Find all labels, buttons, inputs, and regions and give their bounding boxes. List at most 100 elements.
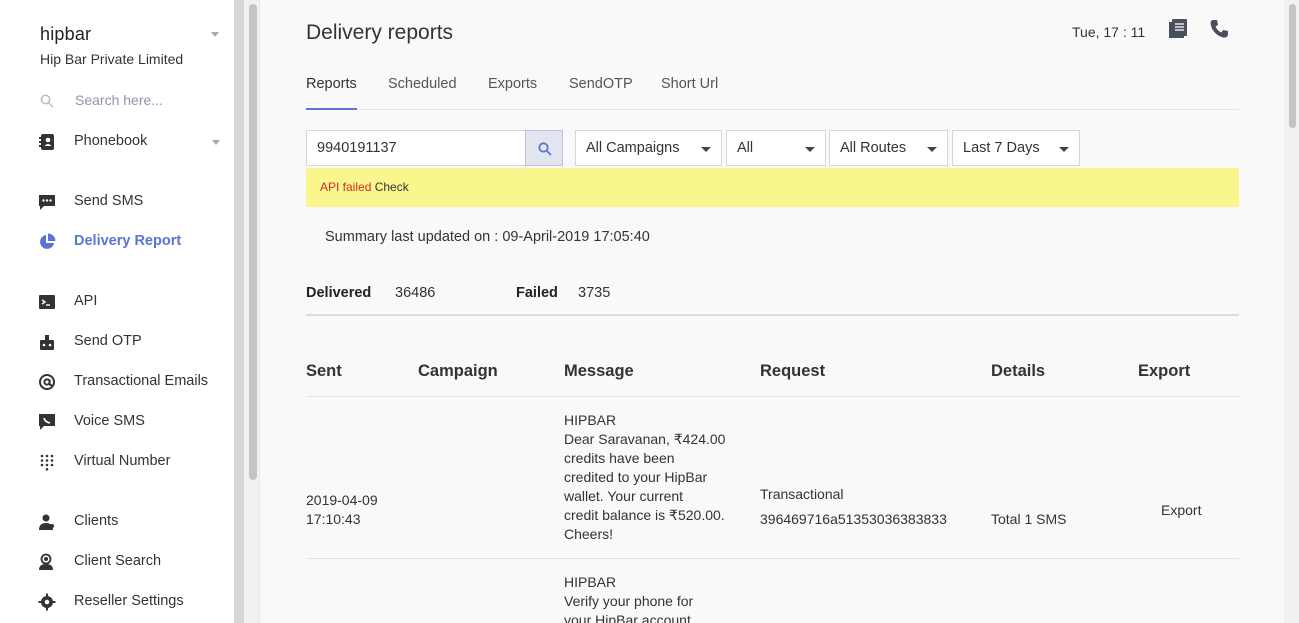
- sidebar-item-label: Phonebook: [74, 133, 148, 149]
- api-alert: API failed Check: [306, 168, 1239, 207]
- status-select[interactable]: All: [726, 130, 826, 166]
- route-select[interactable]: All Routes: [829, 130, 948, 166]
- table-header-divider: [306, 396, 1239, 397]
- sidebar-item-label: API: [74, 293, 98, 309]
- summary-updated-text: Summary last updated on : 09-April-2019 …: [325, 229, 650, 245]
- sidebar-item-send-sms[interactable]: Send SMS: [0, 187, 234, 217]
- sent-date: 2019-04-09: [306, 492, 378, 508]
- column-header-export: Export: [1138, 362, 1191, 380]
- sms-icon: [39, 195, 55, 210]
- message-line: wallet. Your current: [564, 488, 684, 504]
- sidebar-item-label: Transactional Emails: [74, 373, 209, 389]
- message-line: your HipBar account: [564, 612, 691, 623]
- clients-icon: [39, 514, 54, 530]
- gear-icon: [38, 593, 56, 611]
- sidebar-item-label: Send OTP: [74, 333, 142, 349]
- route-select-value: All Routes: [840, 140, 907, 156]
- datetime: Tue, 17 : 11: [1072, 24, 1146, 40]
- column-header-request: Request: [760, 362, 826, 380]
- period-select[interactable]: Last 7 Days: [952, 130, 1080, 166]
- tab-sendotp[interactable]: SendOTP: [569, 76, 633, 110]
- message-line: credited to your HipBar: [564, 469, 708, 485]
- sidebar-item-transactional-emails[interactable]: Transactional Emails: [0, 367, 234, 397]
- sidebar-item-virtual-number[interactable]: Virtual Number: [0, 447, 234, 477]
- sidebar-item-label: Virtual Number: [74, 453, 171, 469]
- caret-down-icon: [805, 147, 815, 152]
- company-name: Hip Bar Private Limited: [40, 51, 184, 67]
- sidebar: hipbar Hip Bar Private Limited Search he…: [0, 0, 234, 623]
- sidebar-item-label: Send SMS: [74, 193, 144, 209]
- sidebar-item-reseller-settings[interactable]: Reseller Settings: [0, 587, 234, 617]
- alert-error-text: API failed: [320, 180, 372, 194]
- delivered-label: Delivered: [306, 285, 372, 301]
- account-dropdown-icon[interactable]: [211, 32, 219, 37]
- sidebar-search-input[interactable]: Search here...: [75, 92, 163, 108]
- sidebar-item-send-otp[interactable]: Send OTP: [0, 327, 234, 357]
- sent-time: 17:10:43: [306, 511, 361, 527]
- campaign-select[interactable]: All Campaigns: [575, 130, 722, 166]
- phone-icon[interactable]: [1208, 18, 1230, 40]
- campaign-select-value: All Campaigns: [586, 140, 680, 156]
- message-line: credit balance is ₹520.00.: [564, 507, 725, 523]
- caret-down-icon: [1059, 147, 1069, 152]
- phone-search-input[interactable]: [306, 130, 526, 166]
- message-line: Dear Saravanan, ₹424.00: [564, 431, 726, 447]
- tab-short-url[interactable]: Short Url: [661, 76, 718, 110]
- search-icon: [40, 94, 54, 108]
- failed-value: 3735: [578, 285, 611, 301]
- voice-icon: [39, 414, 55, 430]
- delivered-value: 36486: [395, 285, 436, 301]
- otp-icon: [40, 335, 54, 350]
- report-tabs: Reports Scheduled Exports SendOTP Short …: [306, 76, 1239, 110]
- pie-chart-icon: [40, 233, 56, 249]
- message-line: credits have been: [564, 450, 675, 466]
- failed-label: Failed: [516, 285, 558, 301]
- page-title: Delivery reports: [306, 21, 454, 44]
- search-button[interactable]: [525, 130, 563, 166]
- alert-check-link[interactable]: Check: [375, 180, 409, 194]
- caret-down-icon: [927, 147, 937, 152]
- sidebar-item-phonebook[interactable]: Phonebook: [0, 127, 234, 157]
- export-link[interactable]: Export: [1161, 501, 1201, 520]
- tab-reports[interactable]: Reports: [306, 76, 357, 110]
- message-line: Verify your phone for: [564, 593, 694, 609]
- column-header-sent: Sent: [306, 362, 342, 380]
- client-search-icon: [39, 553, 53, 570]
- sidebar-item-delivery-report[interactable]: Delivery Report: [0, 227, 234, 257]
- sidebar-item-label: Reseller Settings: [74, 593, 184, 609]
- sidebar-item-api[interactable]: API: [0, 287, 234, 317]
- terminal-icon: [39, 295, 55, 309]
- tab-scheduled[interactable]: Scheduled: [388, 76, 457, 110]
- sidebar-item-voice-sms[interactable]: Voice SMS: [0, 407, 234, 437]
- at-icon: [39, 374, 55, 390]
- sidebar-item-client-search[interactable]: Client Search: [0, 547, 234, 577]
- search-icon: [538, 142, 552, 156]
- main-scrollbar-thumb[interactable]: [1289, 4, 1296, 128]
- period-select-value: Last 7 Days: [963, 140, 1040, 156]
- divider: [306, 314, 1239, 316]
- details-cell: Total 1 SMS: [991, 511, 1067, 527]
- sidebar-item-label: Delivery Report: [74, 233, 182, 249]
- phonebook-icon: [39, 134, 54, 150]
- status-select-value: All: [737, 140, 754, 156]
- brand-name[interactable]: hipbar: [40, 24, 91, 45]
- column-header-message: Message: [564, 362, 634, 380]
- request-id: 396469716a51353036383833: [760, 511, 947, 527]
- message-line: HIPBAR: [564, 574, 617, 590]
- table-row-divider: [306, 558, 1239, 559]
- chevron-down-icon: [212, 140, 220, 145]
- sidebar-item-clients[interactable]: Clients: [0, 507, 234, 537]
- sidebar-item-label: Voice SMS: [74, 413, 145, 429]
- column-header-details: Details: [991, 362, 1046, 380]
- sidebar-divider: [234, 0, 244, 623]
- caret-down-icon: [701, 147, 711, 152]
- request-type: Transactional: [760, 486, 844, 502]
- sidebar-item-label: Client Search: [74, 553, 162, 569]
- message-line: HIPBAR: [564, 412, 617, 428]
- tab-exports[interactable]: Exports: [488, 76, 537, 110]
- message-line: Cheers!: [564, 526, 614, 542]
- notes-icon[interactable]: [1168, 18, 1190, 40]
- column-header-campaign: Campaign: [418, 362, 498, 380]
- sidebar-scrollbar-thumb[interactable]: [249, 4, 257, 480]
- dialpad-icon: [40, 454, 54, 471]
